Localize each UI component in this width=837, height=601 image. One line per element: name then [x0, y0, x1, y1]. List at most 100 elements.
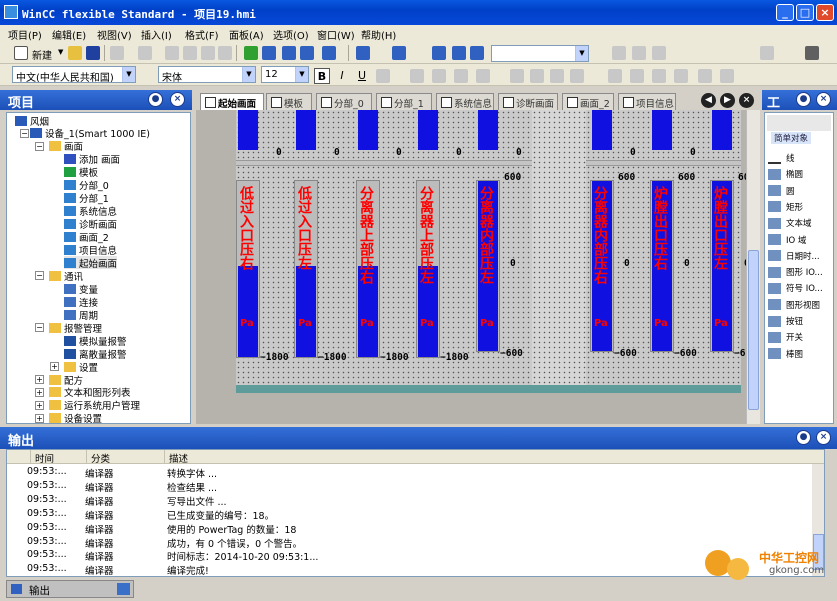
- text-color-icon[interactable]: [376, 69, 390, 83]
- underline-button[interactable]: U: [354, 68, 370, 84]
- tool-item[interactable]: 符号 IO...: [768, 281, 823, 295]
- tree-item[interactable]: 通讯: [49, 269, 83, 283]
- close-icon[interactable]: ×: [816, 430, 831, 445]
- tree-item[interactable]: 模拟量报警: [64, 334, 127, 348]
- output-row[interactable]: 09:53:... 编译器 检查结果 ...: [7, 479, 824, 494]
- screen-editor-canvas[interactable]: 0 0 0 0 0 0 0 0 低过入口压右 Pa −1800 低过入口压左 Pa −1800 分离器上部压…: [196, 110, 746, 424]
- close-button[interactable]: ×: [816, 4, 834, 21]
- output-row[interactable]: 09:53:... 编译器 转换字体 ...: [7, 465, 824, 480]
- hmi-screen[interactable]: 0 0 0 0 0 0 0 0 低过入口压右 Pa −1800 低过入口压左 Pa −1800 分离器上部压…: [236, 110, 746, 385]
- fill-color-icon[interactable]: [760, 46, 774, 60]
- tree-item[interactable]: 诊断画面: [64, 218, 117, 231]
- maximize-button[interactable]: □: [796, 4, 814, 21]
- align-right-icon[interactable]: [454, 69, 468, 83]
- collapse-icon[interactable]: −: [35, 323, 44, 333]
- font-combo[interactable]: 宋体 ▼: [158, 66, 256, 83]
- tool-item[interactable]: 椭圆: [768, 167, 803, 181]
- tree-item[interactable]: 设备设置: [49, 412, 102, 423]
- open-icon[interactable]: [68, 46, 82, 60]
- menu-project[interactable]: 项目(P): [8, 27, 42, 42]
- zoom-in-icon[interactable]: [632, 46, 646, 60]
- tree-item[interactable]: 周期: [64, 308, 98, 322]
- generate-icon[interactable]: [262, 46, 276, 60]
- copy-icon[interactable]: [183, 46, 197, 60]
- tree-item[interactable]: 分部_0: [64, 179, 109, 192]
- tree-item[interactable]: 系统信息: [64, 205, 117, 218]
- chevron-down-icon[interactable]: ▼: [575, 46, 588, 61]
- collapse-icon[interactable]: −: [35, 271, 44, 281]
- tree-item[interactable]: 连接: [64, 295, 98, 309]
- bottom-output-tab[interactable]: 输出: [6, 580, 134, 598]
- output-row[interactable]: 09:53:... 编译器 已生成变量的编号：18。: [7, 507, 824, 522]
- bold-button[interactable]: B: [314, 68, 330, 84]
- paste-icon[interactable]: [201, 46, 215, 60]
- tool-item[interactable]: 棒图: [768, 347, 803, 361]
- align-top-icon[interactable]: [476, 69, 490, 83]
- replace-icon[interactable]: [452, 46, 466, 60]
- redo-icon[interactable]: [138, 46, 152, 60]
- transfer-icon[interactable]: [300, 46, 314, 60]
- distribute-icon[interactable]: [510, 69, 524, 83]
- align-left-icon[interactable]: [410, 69, 424, 83]
- menu-options[interactable]: 选项(O): [273, 27, 309, 42]
- align-center-icon[interactable]: [432, 69, 446, 83]
- column-header-description[interactable]: 描述: [165, 450, 824, 465]
- same-height-icon[interactable]: [570, 69, 584, 83]
- tool-item[interactable]: 按钮: [768, 314, 803, 328]
- expand-icon[interactable]: +: [35, 375, 44, 384]
- tool-item[interactable]: IO 域: [768, 233, 806, 247]
- column-header-time[interactable]: 时间: [31, 450, 87, 465]
- new-dropdown-arrow[interactable]: ▼: [58, 48, 63, 56]
- layers-icon[interactable]: [392, 46, 406, 60]
- pin-icon[interactable]: ●: [796, 92, 811, 107]
- tool-item[interactable]: 图形 IO...: [768, 265, 823, 279]
- binoculars-icon[interactable]: [432, 46, 446, 60]
- simulator-icon[interactable]: [322, 46, 336, 60]
- tab-start-screen[interactable]: 起始画面: [200, 93, 264, 110]
- menu-format[interactable]: 格式(F): [185, 27, 219, 42]
- expand-icon[interactable]: +: [35, 413, 44, 423]
- tree-item[interactable]: 报警管理: [49, 321, 102, 335]
- tool-item[interactable]: 文本域: [768, 216, 812, 230]
- tree-item[interactable]: 离散量报警: [64, 347, 127, 361]
- top-gauge-bar[interactable]: [712, 110, 732, 150]
- collapse-icon[interactable]: −: [20, 128, 29, 138]
- expand-icon[interactable]: +: [50, 362, 59, 372]
- ungroup-icon[interactable]: [720, 69, 734, 83]
- library-icon[interactable]: [805, 46, 819, 60]
- new-button-label[interactable]: 新建: [32, 47, 52, 62]
- cut-icon[interactable]: [165, 46, 179, 60]
- output-row[interactable]: 09:53:... 编译器 使用的 PowerTag 的数量：18: [7, 521, 824, 536]
- tab-section-1[interactable]: 分部_1: [376, 93, 432, 110]
- tab-project-info[interactable]: 项目信息: [618, 93, 676, 110]
- chevron-down-icon[interactable]: ▼: [242, 67, 255, 82]
- menu-view[interactable]: 视图(V): [97, 27, 132, 42]
- tab-next-button[interactable]: ▶: [720, 93, 735, 108]
- font-size-combo[interactable]: 12 ▼: [261, 66, 309, 83]
- zoom-fit-icon[interactable]: [612, 46, 626, 60]
- undo-icon[interactable]: [110, 46, 124, 60]
- tab-prev-button[interactable]: ◀: [701, 93, 716, 108]
- flip-icon[interactable]: [630, 69, 644, 83]
- scrollbar-thumb[interactable]: [748, 250, 759, 410]
- tree-item[interactable]: 模板: [64, 166, 98, 179]
- menu-window[interactable]: 窗口(W): [317, 27, 355, 42]
- tree-item[interactable]: 添加 画面: [64, 153, 120, 166]
- tree-item[interactable]: 画面_2: [64, 231, 109, 244]
- output-tab-menu-icon[interactable]: [117, 583, 130, 595]
- expand-icon[interactable]: +: [35, 387, 44, 397]
- pin-icon[interactable]: ●: [796, 430, 811, 445]
- tool-item[interactable]: 圆: [768, 184, 795, 198]
- column-header-category[interactable]: 分类: [87, 450, 165, 465]
- menu-edit[interactable]: 编辑(E): [52, 27, 86, 42]
- close-icon[interactable]: ×: [170, 92, 185, 107]
- tool-item[interactable]: 日期时...: [768, 249, 820, 263]
- tree-item[interactable]: 文本和图形列表: [49, 386, 131, 399]
- tree-item[interactable]: 起始画面: [64, 256, 118, 270]
- delete-icon[interactable]: [218, 46, 232, 60]
- collapse-icon[interactable]: −: [35, 141, 44, 151]
- tab-template[interactable]: 模板: [266, 93, 312, 110]
- tool-item[interactable]: 图形视图: [768, 298, 820, 312]
- top-gauge-bar[interactable]: [358, 110, 378, 150]
- tab-system-info[interactable]: 系统信息: [436, 93, 494, 110]
